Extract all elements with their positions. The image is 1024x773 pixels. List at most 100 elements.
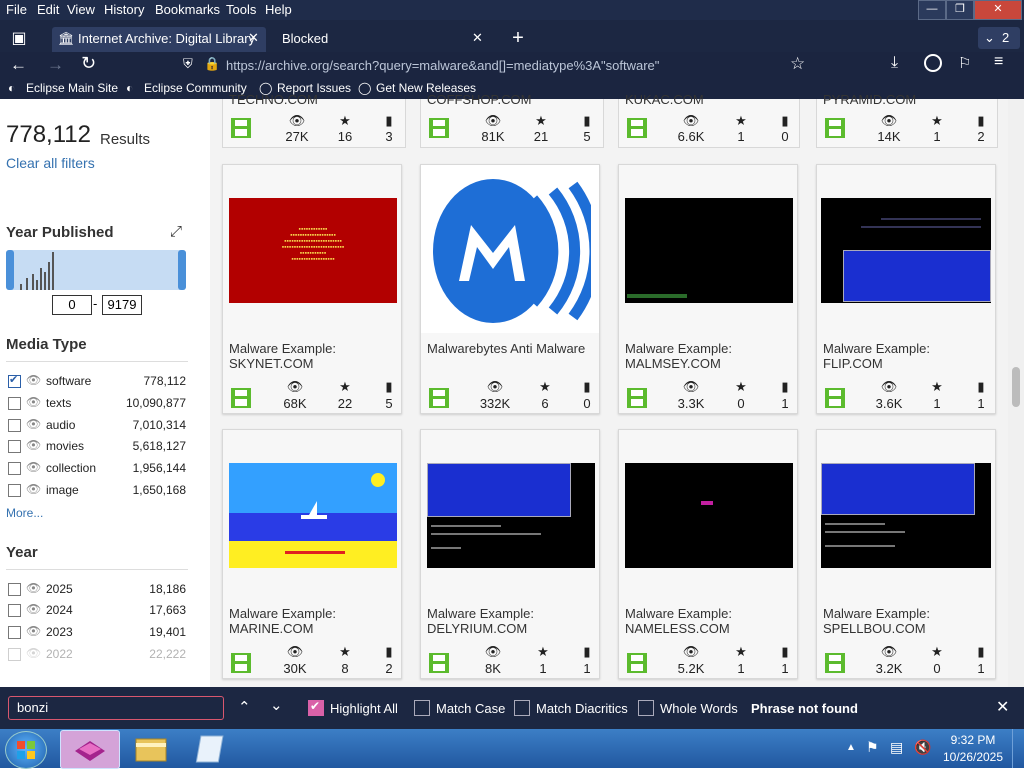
eye-icon[interactable]: 👁 [26,395,41,409]
find-input[interactable]: bonzi [8,696,224,720]
card-title[interactable]: Malware Example: DELYRIUM.COM [427,606,593,636]
result-card-partial[interactable]: COFFSHOP.COM 👁 81K ★ 21 ▮ 5 [420,92,604,148]
tab-close-icon[interactable]: ✕ [472,30,483,46]
card-title[interactable]: COFFSHOP.COM [427,92,532,107]
eye-icon[interactable]: 👁 [26,646,41,660]
thumbnail[interactable]: ▪▪▪▪▪▪▪▪▪▪▪▪ ▪▪▪▪▪▪▪▪▪▪▪▪▪▪▪▪▪▪▪ ▪▪▪▪▪▪▪▪▪… [223,165,401,333]
match-diacritics-checkbox[interactable] [514,700,530,716]
eye-icon[interactable]: 👁 [26,482,41,496]
card-title[interactable]: PYRAMID.COM [823,92,916,107]
facet-audio[interactable]: 👁 audio 7,010,314 [6,416,188,436]
facet-year-2022[interactable]: 👁 2022 22,222 [6,645,188,665]
eye-icon[interactable]: 👁 [26,417,41,431]
card-title[interactable]: TECHNO.COM [229,92,318,107]
close-find-icon[interactable]: ✕ [996,697,1009,717]
card-title[interactable]: Malwarebytes Anti Malware [427,341,593,356]
taskbar-notepad[interactable] [184,730,242,767]
card-title[interactable]: KUKAC.COM [625,92,704,107]
bookmark-star-icon[interactable]: ☆ [790,54,805,74]
shield-icon[interactable]: ⛨ [183,56,193,72]
checkbox[interactable] [8,583,21,596]
scrollbar[interactable] [1008,99,1024,687]
forward-arrow-icon[interactable]: → [47,55,64,75]
thumbnail[interactable] [223,430,401,598]
highlight-all-checkbox[interactable]: ✔ [308,699,324,716]
extensions-icon[interactable]: ⚐ [958,54,971,72]
network-icon[interactable]: ▤ [890,739,903,756]
close-window-button[interactable]: ✕ [974,0,1022,20]
volume-muted-icon[interactable]: 🔇 [914,739,931,756]
facet-collection[interactable]: 👁 collection 1,956,144 [6,459,188,479]
result-card[interactable]: Malware Example: FLIP.COM 👁 3.6K ★ 1 ▮ 1 [816,164,996,414]
range-handle-right[interactable] [178,250,186,290]
match-case-checkbox[interactable] [414,700,430,716]
card-title[interactable]: Malware Example: MARINE.COM [229,606,395,636]
minimize-button[interactable]: — [918,0,946,20]
eye-icon[interactable]: 👁 [26,602,41,616]
menu-help[interactable]: Help [265,2,292,17]
menu-file[interactable]: File [6,2,27,17]
checkbox[interactable]: ✔ [8,374,21,388]
facet-year-2024[interactable]: 👁 2024 17,663 [6,601,188,621]
card-title[interactable]: Malware Example: MALMSEY.COM [625,341,791,371]
whole-words-checkbox[interactable] [638,700,654,716]
thumbnail[interactable] [817,430,995,598]
match-case-label[interactable]: Match Case [436,701,505,716]
show-hidden-icons[interactable]: ▲ [846,742,856,753]
checkbox[interactable] [8,484,21,497]
highlight-all-label[interactable]: Highlight All [330,701,398,716]
checkbox[interactable] [8,440,21,453]
thumbnail[interactable] [619,430,797,598]
facet-movies[interactable]: 👁 movies 5,618,127 [6,437,188,457]
back-arrow-icon[interactable]: ← [10,55,27,75]
more-link[interactable]: More... [6,506,43,520]
result-card-partial[interactable]: PYRAMID.COM 👁 14K ★ 1 ▮ 2 [816,92,998,148]
show-desktop-button[interactable] [1012,729,1024,768]
eye-icon[interactable]: 👁 [26,438,41,452]
year-from-input[interactable]: 0 [52,295,92,315]
card-title[interactable]: Malware Example: SKYNET.COM [229,341,395,371]
download-icon[interactable]: ⤓ [891,54,898,72]
result-card[interactable]: Malware Example: NAMELESS.COM 👁 5.2K ★ 1… [618,429,798,679]
list-all-tabs-button[interactable]: ⌄ 2 [978,27,1020,49]
checkbox[interactable] [8,397,21,410]
year-to-input[interactable]: 9179 [102,295,142,315]
menu-view[interactable]: View [67,2,95,17]
eye-icon[interactable]: 👁 [26,460,41,474]
menu-edit[interactable]: Edit [37,2,59,17]
facet-year-2025[interactable]: 👁 2025 18,186 [6,580,188,600]
card-title[interactable]: Malware Example: SPELLBOU.COM [823,606,989,636]
find-previous-icon[interactable]: ⌃ [238,698,251,716]
menu-bookmarks[interactable]: Bookmarks [155,2,220,17]
checkbox[interactable] [8,462,21,475]
checkbox[interactable] [8,626,21,639]
eye-icon[interactable]: 👁 [26,624,41,638]
find-next-icon[interactable]: ⌄ [270,696,283,714]
facet-year-2023[interactable]: 👁 2023 19,401 [6,623,188,643]
result-card[interactable]: Malware Example: DELYRIUM.COM 👁 8K ★ 1 ▮… [420,429,600,679]
result-card-partial[interactable]: TECHNO.COM 👁 27K ★ 16 ▮ 3 [222,92,406,148]
whole-words-label[interactable]: Whole Words [660,701,738,716]
match-diacritics-label[interactable]: Match Diacritics [536,701,628,716]
thumbnail[interactable] [421,165,599,333]
bookmark-eclipse-main[interactable]: Eclipse Main Site [26,81,118,95]
eye-icon[interactable]: 👁 [26,581,41,595]
tab-active[interactable]: 🏛 Internet Archive: Digital Library ✕ [52,27,266,52]
clock[interactable]: 9:32 PM 10/26/2025 [936,732,1010,766]
thumbnail[interactable] [817,165,995,333]
start-button[interactable] [5,731,47,769]
range-handle-left[interactable] [6,250,14,290]
result-card[interactable]: Malware Example: MALMSEY.COM 👁 3.3K ★ 0 … [618,164,798,414]
result-card[interactable]: Malware Example: SPELLBOU.COM 👁 3.2K ★ 0… [816,429,996,679]
eye-icon[interactable]: 👁 [26,373,41,387]
facet-texts[interactable]: 👁 texts 10,090,877 [6,394,188,414]
taskbar-app-active[interactable] [60,730,120,769]
result-card[interactable]: Malwarebytes Anti Malware 👁 332K ★ 6 ▮ 0 [420,164,600,414]
checkbox[interactable] [8,419,21,432]
result-card[interactable]: Malware Example: MARINE.COM 👁 30K ★ 8 ▮ … [222,429,402,679]
tab-close-icon[interactable]: ✕ [248,30,259,46]
account-icon[interactable] [924,54,942,72]
card-title[interactable]: Malware Example: FLIP.COM [823,341,989,371]
card-title[interactable]: Malware Example: NAMELESS.COM [625,606,791,636]
clear-filters-link[interactable]: Clear all filters [6,155,95,171]
